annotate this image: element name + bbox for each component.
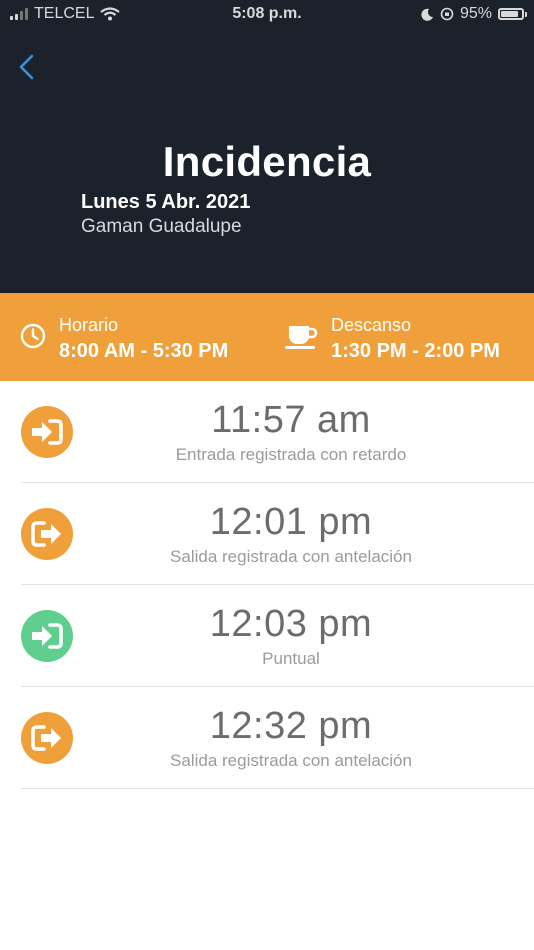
horario-label: Horario: [59, 315, 119, 335]
page-title: Incidencia: [162, 138, 372, 185]
battery-percent: 95%: [459, 5, 492, 22]
moon-icon: [421, 8, 433, 21]
descanso-block: Descanso 1:30 PM - 2:00 PM: [331, 313, 500, 364]
employee-name: Gaman Guadalupe: [81, 216, 242, 237]
record-badge: [21, 406, 73, 458]
schedule-bar: Horario 8:00 AM - 5:30 PM Descanso 1:30 …: [0, 293, 534, 381]
record-description: Entrada registrada con retardo: [175, 445, 407, 464]
chevron-left-icon: [19, 54, 34, 80]
record-badge: [21, 610, 73, 662]
record-badge: [21, 508, 73, 560]
record-time: 12:03 pm: [209, 603, 373, 645]
incident-date: Lunes 5 Abr. 2021: [81, 191, 251, 213]
coffee-cup-icon: [285, 326, 318, 349]
list-item: 12:03 pm Puntual: [21, 585, 534, 687]
horario-value: 8:00 AM - 5:30 PM: [59, 340, 229, 362]
descanso-label: Descanso: [331, 315, 412, 335]
clock-icon: [20, 323, 46, 349]
record-time: 12:32 pm: [209, 705, 373, 747]
list-item: 12:01 pm Salida registrada con antelació…: [21, 483, 534, 585]
list-item: 12:32 pm Salida registrada con antelació…: [21, 687, 534, 789]
record-description: Puntual: [262, 649, 320, 668]
list-item: 11:57 am Entrada registrada con retardo: [21, 381, 534, 483]
records-list: 11:57 am Entrada registrada con retardo …: [0, 381, 534, 789]
back-button[interactable]: [12, 50, 44, 84]
sign-in-icon: [32, 419, 63, 445]
record-badge: [21, 712, 73, 764]
descanso-value: 1:30 PM - 2:00 PM: [331, 340, 500, 362]
horario-block: Horario 8:00 AM - 5:30 PM: [59, 313, 228, 364]
sign-out-icon: [31, 725, 61, 751]
battery-icon: [498, 8, 527, 20]
orientation-lock-icon: [440, 7, 454, 21]
record-time: 11:57 am: [211, 399, 371, 441]
sign-out-icon: [31, 521, 61, 547]
sign-in-icon: [32, 623, 63, 649]
record-description: Salida registrada con antelación: [170, 751, 412, 770]
status-bar: TELCEL 5:08 p.m. 95%: [0, 0, 534, 28]
record-description: Salida registrada con antelación: [170, 547, 412, 566]
header: TELCEL 5:08 p.m. 95% Incidencia Lunes 5: [0, 0, 534, 293]
record-time: 12:01 pm: [209, 501, 373, 543]
